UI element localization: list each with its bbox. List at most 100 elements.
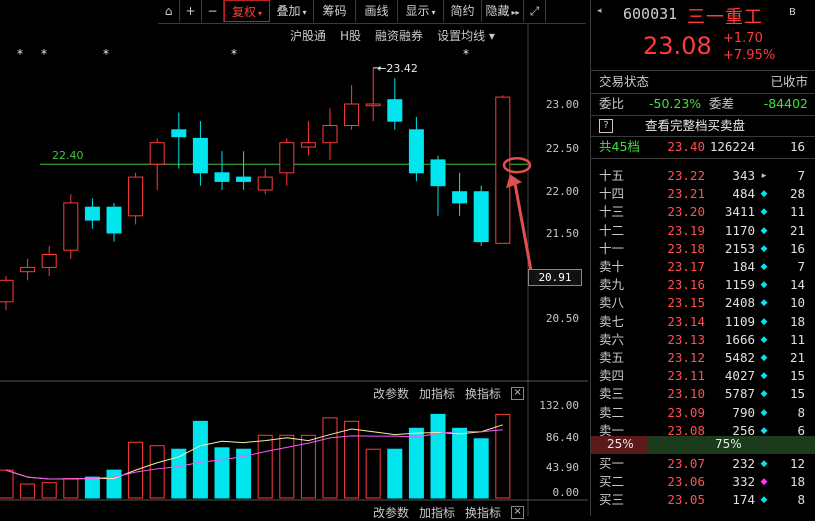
asks-price: 23.14 — [667, 313, 705, 329]
price-axis-label: 22.50 — [545, 142, 579, 155]
weibi-label: 委比 — [599, 96, 625, 111]
toolbar-button[interactable]: 隐藏 ▸▸ — [482, 0, 524, 22]
kline-chart[interactable]: * * * * * 22.40 ←23.42 23.00 22.50 22.00 21.50… — [0, 24, 588, 520]
volume-axis-label: 132.00 — [539, 399, 579, 412]
switch-indicator-button[interactable]: 换指标 — [465, 504, 501, 521]
add-indicator-button[interactable]: 加指标 — [419, 385, 455, 402]
volume-bar — [408, 427, 424, 499]
asks-dot: ◆ — [760, 262, 768, 272]
volume-bar — [192, 420, 208, 499]
asks-vol: 1109 — [724, 313, 755, 329]
asks-cnt: 18 — [789, 313, 805, 329]
annotation-arrow — [512, 177, 534, 277]
toolbar-button[interactable]: + — [180, 0, 202, 22]
asks-vol: 5482 — [724, 350, 755, 365]
asks-cnt: 14 — [789, 277, 805, 293]
asks-dot: ◆ — [760, 353, 768, 363]
asks-label: 卖十 — [599, 259, 625, 274]
event-marker: * — [231, 47, 237, 61]
toolbar-button[interactable]: 画线 — [356, 0, 398, 22]
candle-body — [452, 191, 468, 204]
asks-price: 23.11 — [667, 368, 705, 384]
asks-row[interactable]: 十二 23.19 1170 ◆ 21 — [591, 222, 815, 240]
asks-cnt: 21 — [789, 222, 805, 238]
bids-row[interactable]: 买二 23.06 332 ◆ 18 — [591, 473, 815, 491]
volume-bar — [344, 420, 360, 499]
lock-icon[interactable]: ⌂ — [158, 0, 180, 22]
volume-bar — [0, 469, 14, 499]
asks-row[interactable]: 十五 23.22 343 ▸ 7 — [591, 167, 815, 185]
candle-body — [41, 254, 57, 268]
asks-label: 十五 — [599, 168, 625, 183]
asks-vol: 790 — [732, 404, 755, 420]
total-levels-label: 共45档 — [599, 139, 640, 154]
asks-row[interactable]: 卖八 23.15 2408 ◆ 10 — [591, 294, 815, 312]
asks-label: 卖八 — [599, 295, 625, 311]
ratio-buy-text: 75% — [715, 437, 742, 451]
asks-row[interactable]: 十四 23.21 484 ◆ 28 — [591, 185, 815, 203]
fullscreen-icon[interactable]: ⤢ — [524, 0, 546, 22]
total-volume: 126224 — [709, 139, 755, 154]
weicha-label: 委差 — [709, 96, 735, 111]
asks-row[interactable]: 十一 23.18 2153 ◆ 16 — [591, 240, 815, 258]
toolbar-button[interactable]: 叠加 ▾ — [270, 0, 314, 22]
asks-row[interactable]: 卖二 23.09 790 ◆ 8 — [591, 404, 815, 422]
event-marker: * — [41, 47, 47, 61]
kline-svg[interactable]: * * * * * 22.40 ←23.42 — [0, 24, 588, 516]
asks-row[interactable]: 卖九 23.16 1159 ◆ 14 — [591, 276, 815, 294]
candle-body — [344, 103, 360, 126]
asks-cnt: 11 — [789, 331, 805, 347]
toolbar-button[interactable]: − — [202, 0, 224, 22]
asks-row[interactable]: 十三 23.20 3411 ◆ 11 — [591, 203, 815, 221]
menu-arrow-icon[interactable]: ◂ — [597, 6, 602, 16]
stock-flag: B — [789, 7, 796, 18]
chart-toolbar: ⌂ + − 复权 ▾ 叠加 ▾ 筹码 画线 显示 ▾ 简约 隐藏 ▸▸ ⤢ — [158, 0, 586, 24]
toolbar-button[interactable]: 显示 ▾ — [398, 0, 444, 22]
asks-dot: ◆ — [760, 189, 768, 200]
price-change: +1.70 — [723, 31, 763, 46]
quote-panel: ◂ 600031 三一重工 B 23.08 +1.70 +7.95% 交易状态 … — [590, 0, 815, 516]
volume-bar — [387, 448, 403, 499]
asks-row[interactable]: 卖十 23.17 184 ◆ 7 — [591, 258, 815, 276]
asks-row[interactable]: 卖五 23.12 5482 ◆ 21 — [591, 349, 815, 367]
caret-icon: ▾ — [431, 8, 436, 17]
bids-cnt: 8 — [797, 492, 805, 508]
bids-row[interactable]: 买一 23.07 232 ◆ 12 — [591, 455, 815, 473]
asks-vol: 184 — [732, 259, 755, 274]
candle-body — [128, 176, 144, 217]
toolbar-button-label: 隐藏 — [485, 4, 510, 18]
asks-label: 卖四 — [599, 368, 625, 384]
bottom-indicator-toolbar: 改参数 加指标 换指标 × — [373, 504, 525, 521]
candle-body — [84, 206, 100, 221]
add-indicator-button[interactable]: 加指标 — [419, 504, 455, 521]
toolbar-button-label: − — [207, 4, 218, 18]
full-book-label[interactable]: 查看完整档买卖盘 — [645, 117, 745, 135]
asks-row[interactable]: 卖四 23.11 4027 ◆ 15 — [591, 367, 815, 385]
bids-row[interactable]: 买三 23.05 174 ◆ 8 — [591, 491, 815, 509]
asks-price: 23.16 — [667, 277, 705, 293]
close-icon[interactable]: × — [511, 387, 525, 400]
switch-indicator-button[interactable]: 换指标 — [465, 385, 501, 402]
close-icon[interactable]: × — [511, 506, 525, 519]
help-icon[interactable]: ? — [599, 119, 613, 133]
asks-dot: ◆ — [760, 407, 768, 418]
stock-code: 600031 — [623, 5, 678, 23]
full-book-link[interactable]: ? 查看完整档买卖盘 — [591, 117, 815, 135]
asks-row[interactable]: 卖七 23.14 1109 ◆ 18 — [591, 313, 815, 331]
asks-vol: 5787 — [724, 386, 755, 402]
asks-row[interactable]: 卖六 23.13 1666 ◆ 11 — [591, 331, 815, 349]
last-price: 23.08 — [643, 32, 712, 60]
change-params-button[interactable]: 改参数 — [373, 504, 409, 521]
toolbar-button[interactable]: 复权 ▾ — [224, 0, 270, 22]
asks-label: 十三 — [599, 204, 625, 220]
toolbar-button[interactable]: 筹码 — [314, 0, 356, 22]
current-price-tag: 20.91 — [528, 269, 582, 286]
asks-row[interactable]: 卖三 23.10 5787 ◆ 15 — [591, 385, 815, 403]
volume-bar — [63, 477, 79, 499]
volume-bar — [84, 476, 100, 499]
asks-cnt: 8 — [797, 404, 805, 420]
change-params-button[interactable]: 改参数 — [373, 385, 409, 402]
toolbar-button-label: 筹码 — [322, 4, 347, 18]
toolbar-button[interactable]: 简约 — [444, 0, 482, 22]
asks-dot: ◆ — [760, 298, 768, 309]
